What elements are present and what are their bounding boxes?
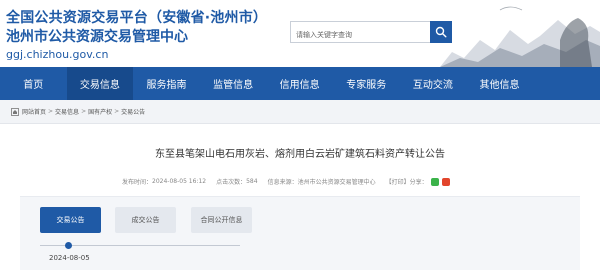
article-title: 东至县笔架山电石用灰岩、熔剂用白云岩矿建筑石料资产转让公告: [155, 149, 445, 160]
timeline-dot[interactable]: [65, 242, 72, 249]
search-input[interactable]: [291, 25, 426, 45]
breadcrumb-home[interactable]: 网站首页: [22, 107, 46, 116]
nav-trade-info[interactable]: 交易信息: [66, 67, 134, 100]
nav-overflow[interactable]: [533, 67, 600, 100]
nav-service-guide[interactable]: 服务指南: [133, 67, 200, 100]
share-label: 分享：: [409, 179, 428, 186]
breadcrumb-trade-info[interactable]: 交易信息: [55, 107, 79, 116]
main-nav: 首页 交易信息 服务指南 监管信息 信用信息 专家服务 互动交流 其他信息: [0, 67, 600, 100]
timeline-date: 2024-08-05: [49, 254, 90, 262]
breadcrumb-separator: >: [81, 108, 87, 115]
breadcrumb-separator: >: [114, 108, 120, 115]
source-label: 信息来源：: [267, 179, 298, 186]
wechat-share-icon[interactable]: [430, 177, 439, 186]
publish-time: 2024-08-05 16:12: [152, 178, 207, 185]
nav-home[interactable]: 首页: [0, 67, 67, 100]
site-domain: ggj.chizhou.gov.cn: [6, 48, 109, 61]
search-box: [290, 21, 430, 45]
ink-landscape-image: [440, 6, 600, 67]
article-meta: 发布时间： 2024-08-05 16:12 点击次数： 584 信息来源： 池…: [122, 177, 450, 186]
tab-contract-info[interactable]: 合同公开信息: [191, 207, 252, 233]
nav-expert-service[interactable]: 专家服务: [333, 67, 400, 100]
views-label: 点击次数：: [216, 179, 247, 186]
breadcrumb-trade-notice[interactable]: 交易公告: [121, 107, 145, 116]
tab-deal-notice[interactable]: 成交公告: [115, 207, 176, 233]
breadcrumb-state-property[interactable]: 国有产权: [88, 107, 112, 116]
publish-label: 发布时间：: [122, 179, 153, 186]
nav-supervision-info[interactable]: 监管信息: [200, 67, 267, 100]
location-icon: [11, 107, 19, 116]
notice-tab-panel: 交易公告 成交公告 合同公开信息 2024-08-05: [20, 196, 580, 270]
center-title: 池州市公共资源交易管理中心: [6, 29, 188, 45]
views-count: 584: [246, 178, 258, 185]
breadcrumb-separator: >: [48, 108, 54, 115]
print-link[interactable]: 【打印】: [386, 177, 410, 186]
platform-title: 全国公共资源交易平台（安徽省·池州市）: [6, 10, 268, 26]
nav-interaction[interactable]: 互动交流: [400, 67, 467, 100]
weibo-share-icon[interactable]: [441, 177, 450, 186]
source-value: 池州市公共资源交易管理中心: [297, 179, 376, 186]
nav-credit-info[interactable]: 信用信息: [266, 67, 333, 100]
tab-trade-notice[interactable]: 交易公告: [40, 207, 101, 233]
breadcrumb-bar: 网站首页 > 交易信息 > 国有产权 > 交易公告: [0, 100, 600, 124]
breadcrumb: 网站首页 > 交易信息 > 国有产权 > 交易公告: [11, 107, 145, 116]
site-header: 全国公共资源交易平台（安徽省·池州市） 池州市公共资源交易管理中心 ggj.ch…: [0, 0, 600, 67]
nav-other-info[interactable]: 其他信息: [466, 67, 533, 100]
